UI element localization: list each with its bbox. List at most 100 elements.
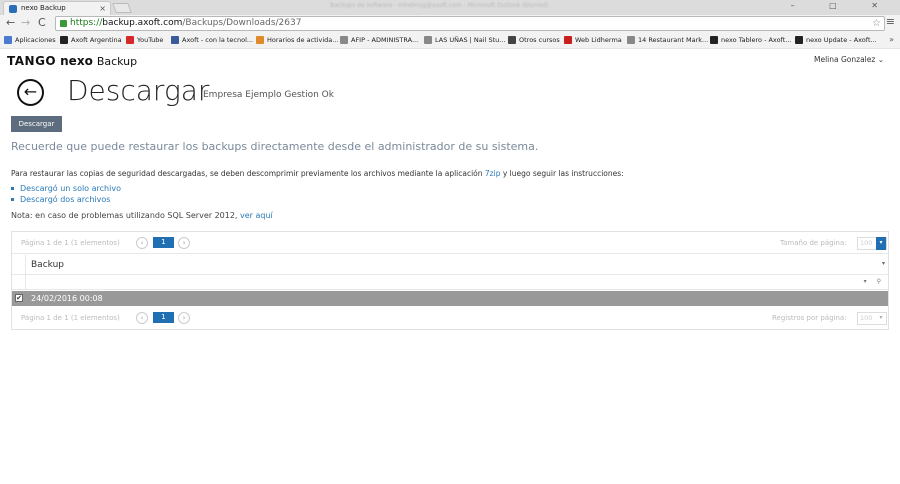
bookmark-label: Axoft Argentina: [71, 36, 122, 44]
page-size-label: Tamaño de página:: [780, 239, 847, 247]
url-path: /Backups/Downloads/2637: [182, 18, 302, 28]
bookmark-favicon-icon: [710, 36, 718, 44]
app-logo[interactable]: TANGO nexo Backup: [7, 53, 137, 70]
filter-icon[interactable]: ▾ ⚲: [864, 278, 885, 285]
page-subtitle: Empresa Ejemplo Gestion Ok: [203, 90, 334, 100]
bookmark-item[interactable]: Aplicaciones: [4, 33, 56, 47]
bookmark-label: Web Lidherma: [575, 36, 622, 44]
browser-tab[interactable]: nexo Backup ×: [3, 1, 111, 15]
row-checkbox[interactable]: ✔: [15, 294, 23, 302]
window-title: Backups de software - mhelmsg@axoft.com …: [330, 2, 549, 9]
7zip-link[interactable]: 7zip: [485, 169, 501, 178]
bookmark-item[interactable]: 14 Restaurant Mark...: [627, 33, 708, 47]
forward-nav-icon[interactable]: →: [21, 16, 30, 29]
user-name: Melina Gonzalez: [814, 55, 876, 64]
instructions: Para restaurar las copias de seguridad d…: [11, 169, 624, 178]
tab-close-icon[interactable]: ×: [99, 2, 106, 15]
download-button[interactable]: Descargar: [11, 116, 62, 132]
bookmark-item[interactable]: Axoft - con la tecnol...: [171, 33, 253, 47]
chevron-down-icon[interactable]: ▾: [876, 312, 886, 325]
bookmark-label: LAS UÑAS | Nail Stu...: [435, 36, 506, 44]
url-host: backup.axoft.com: [102, 18, 183, 28]
sql-note: Nota: en caso de problemas utilizando SQ…: [11, 211, 273, 220]
bookmark-label: Axoft - con la tecnol...: [182, 36, 254, 44]
page-1-button[interactable]: 1: [153, 237, 174, 248]
backup-date-cell: 24/02/2016 00:08: [31, 294, 103, 303]
back-nav-icon[interactable]: ←: [6, 16, 15, 29]
browser-menu-icon[interactable]: ≡: [886, 15, 895, 28]
bookmark-favicon-icon: [564, 36, 572, 44]
bookmark-item[interactable]: Otros cursos: [508, 33, 560, 47]
table-row[interactable]: ✔ 24/02/2016 00:08: [12, 291, 888, 306]
note-text: Nota: en caso de problemas utilizando SQ…: [11, 211, 241, 220]
filter-row: ▾ ⚲: [12, 275, 888, 290]
restore-hint: Recuerde que puede restaurar los backups…: [11, 140, 539, 153]
bookmark-item[interactable]: Axoft Argentina: [60, 33, 122, 47]
bookmark-label: Horarios de activida...: [267, 36, 339, 44]
see-here-link[interactable]: ver aquí: [240, 211, 273, 220]
bookmark-favicon-icon: [256, 36, 264, 44]
bookmark-item[interactable]: Horarios de activida...: [256, 33, 339, 47]
bookmark-favicon-icon: [795, 36, 803, 44]
page-1-button[interactable]: 1: [153, 312, 174, 323]
reload-icon[interactable]: C: [38, 16, 46, 29]
bookmark-label: YouTube: [137, 36, 164, 44]
tab-strip: nexo Backup × Backups de software - mhel…: [0, 0, 900, 15]
next-page-icon[interactable]: ›: [178, 237, 190, 249]
filter-select-cell: [12, 275, 26, 290]
column-header-row: Backup ▾: [12, 255, 888, 275]
bookmark-item[interactable]: AFIP - ADMINISTRA...: [340, 33, 418, 47]
pager-info: Página 1 de 1 (1 elementos): [21, 239, 120, 247]
bookmark-item[interactable]: YouTube: [126, 33, 163, 47]
bookmark-label: Otros cursos: [519, 36, 560, 44]
rows-per-page-select[interactable]: 100 ▾: [857, 312, 887, 325]
logo-nexo: nexo: [60, 54, 93, 68]
chevron-down-icon[interactable]: ▾: [876, 237, 886, 250]
tab-title: nexo Backup: [21, 4, 66, 12]
bookmark-favicon-icon: [340, 36, 348, 44]
column-menu-icon[interactable]: ▾: [882, 260, 885, 267]
two-files-link[interactable]: Descargó dos archivos: [20, 195, 110, 204]
bookmark-favicon-icon: [508, 36, 516, 44]
single-file-link[interactable]: Descargó un solo archivo: [20, 184, 121, 193]
bookmark-favicon-icon: [627, 36, 635, 44]
bookmark-favicon-icon: [4, 36, 12, 44]
logo-product: Backup: [96, 55, 138, 68]
bookmark-favicon-icon: [60, 36, 68, 44]
prev-page-icon[interactable]: ‹: [136, 237, 148, 249]
bookmark-label: nexo Tablero - Axoft...: [721, 36, 792, 44]
logo-tango: TANGO: [7, 54, 57, 68]
bookmark-favicon-icon: [126, 36, 134, 44]
bookmark-item[interactable]: Web Lidherma: [564, 33, 622, 47]
new-tab-button[interactable]: [112, 3, 132, 13]
prev-page-icon[interactable]: ‹: [136, 312, 148, 324]
url-scheme: https://: [70, 18, 103, 28]
bookmark-star-icon[interactable]: ☆: [872, 17, 881, 30]
list-item: Descargó dos archivos: [11, 194, 121, 205]
next-page-icon[interactable]: ›: [178, 312, 190, 324]
lock-icon: [60, 20, 67, 27]
browser-toolbar: ← → C https://backup.axoft.com/Backups/D…: [0, 15, 900, 33]
instructions-text-1: Para restaurar las copias de seguridad d…: [11, 169, 485, 178]
column-header-backup[interactable]: Backup: [31, 260, 64, 270]
browser-chrome: nexo Backup × Backups de software - mhel…: [0, 0, 900, 48]
page-title: Descargar: [67, 74, 210, 107]
bookmark-favicon-icon: [171, 36, 179, 44]
bookmark-item[interactable]: nexo Tablero - Axoft...: [710, 33, 791, 47]
instructions-text-2: y luego seguir las instrucciones:: [500, 169, 624, 178]
back-button[interactable]: ←: [17, 79, 44, 106]
user-menu[interactable]: Melina Gonzalez ⌄: [814, 55, 884, 64]
bookmarks-more-icon[interactable]: »: [889, 33, 894, 47]
window-controls[interactable]: – □ ✕: [791, 1, 894, 10]
rows-per-page-value: 100: [860, 314, 873, 322]
pager-bottom: Página 1 de 1 (1 elementos) ‹ 1 › Regist…: [12, 307, 888, 329]
bookmark-item[interactable]: nexo Update - Axoft...: [795, 33, 877, 47]
bookmark-item[interactable]: LAS UÑAS | Nail Stu...: [424, 33, 505, 47]
instruction-links: Descargó un solo archivo Descargó dos ar…: [11, 183, 121, 205]
backup-grid: Página 1 de 1 (1 elementos) ‹ 1 › Tamaño…: [11, 231, 889, 330]
bookmark-favicon-icon: [424, 36, 432, 44]
bookmark-label: Aplicaciones: [15, 36, 56, 44]
address-bar[interactable]: https://backup.axoft.com/Backups/Downloa…: [55, 16, 885, 31]
bookmarks-bar: nexo Update - Axoft... nexo Tablero - Axo…: [0, 33, 900, 47]
page-size-select[interactable]: 100 ▾: [857, 237, 887, 250]
